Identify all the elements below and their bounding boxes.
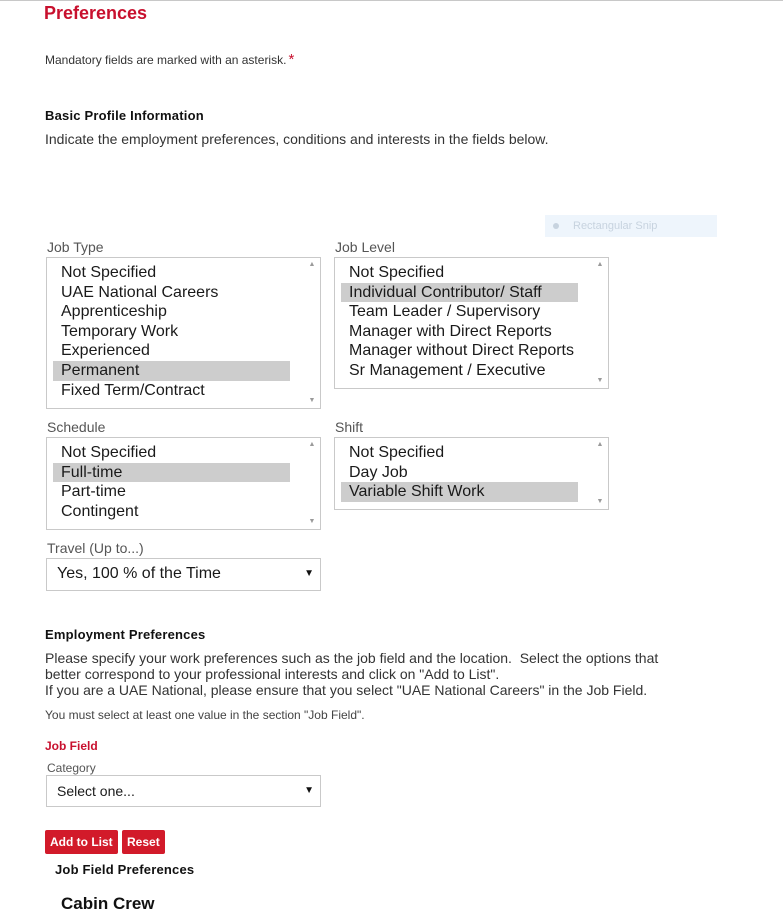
employment-preferences-heading: Employment Preferences	[45, 627, 206, 642]
shift-option-day-job[interactable]: Day Job	[341, 463, 578, 483]
job-type-option-uae-national-careers[interactable]: UAE National Careers	[53, 283, 290, 303]
scroll-up-icon[interactable]: ▲	[305, 259, 319, 271]
job-field-preference-item: Cabin Crew	[61, 894, 155, 913]
top-divider	[0, 0, 783, 1]
job-field-preferences-heading: Job Field Preferences	[55, 862, 195, 877]
schedule-options: Not Specified Full-time Part-time Contin…	[47, 443, 290, 521]
shift-option-variable-shift-work[interactable]: Variable Shift Work	[341, 482, 578, 502]
job-level-listbox[interactable]: Not Specified Individual Contributor/ St…	[334, 257, 609, 389]
job-level-option-not-specified[interactable]: Not Specified	[341, 263, 578, 283]
job-field-requirement-note: You must select at least one value in th…	[45, 708, 365, 722]
job-type-option-permanent[interactable]: Permanent	[53, 360, 290, 381]
scroll-down-icon[interactable]: ▼	[593, 375, 607, 387]
scroll-up-icon[interactable]: ▲	[593, 439, 607, 451]
job-type-scrollbar[interactable]: ▲ ▼	[305, 259, 319, 407]
job-type-option-apprenticeship[interactable]: Apprenticeship	[53, 302, 290, 322]
schedule-option-contingent[interactable]: Contingent	[53, 502, 290, 522]
shift-scrollbar[interactable]: ▲ ▼	[593, 439, 607, 508]
job-type-options: Not Specified UAE National Careers Appre…	[47, 263, 290, 400]
scroll-down-icon[interactable]: ▼	[305, 395, 319, 407]
scroll-down-icon[interactable]: ▼	[305, 516, 319, 528]
snip-label: Rectangular Snip	[573, 220, 658, 232]
reset-button[interactable]: Reset	[122, 830, 165, 854]
mandatory-note: Mandatory fields are marked with an aste…	[45, 51, 294, 68]
job-level-option-sr-management[interactable]: Sr Management / Executive	[341, 361, 578, 381]
job-field-heading: Job Field	[45, 739, 98, 753]
travel-label: Travel (Up to...)	[47, 540, 144, 556]
job-type-listbox[interactable]: Not Specified UAE National Careers Appre…	[46, 257, 321, 409]
job-level-option-manager-without-direct[interactable]: Manager without Direct Reports	[341, 341, 578, 361]
shift-label: Shift	[335, 419, 364, 435]
basic-profile-heading: Basic Profile Information	[45, 108, 204, 123]
job-level-options: Not Specified Individual Contributor/ St…	[335, 263, 578, 381]
job-level-label: Job Level	[335, 239, 395, 255]
job-type-option-fixed-term[interactable]: Fixed Term/Contract	[53, 381, 290, 401]
mandatory-note-text: Mandatory fields are marked with an aste…	[45, 53, 287, 67]
employment-description-line3: If you are a UAE National, please ensure…	[45, 682, 648, 698]
category-select[interactable]: Select one... ▼	[46, 775, 321, 807]
job-level-option-manager-direct[interactable]: Manager with Direct Reports	[341, 322, 578, 342]
job-type-option-not-specified[interactable]: Not Specified	[53, 263, 290, 283]
job-type-option-experienced[interactable]: Experienced	[53, 341, 290, 361]
schedule-option-not-specified[interactable]: Not Specified	[53, 443, 290, 463]
shift-options: Not Specified Day Job Variable Shift Wor…	[335, 443, 578, 502]
employment-description-line2: better correspond to your professional i…	[45, 666, 500, 682]
snip-icon	[553, 223, 559, 230]
schedule-option-full-time[interactable]: Full-time	[53, 462, 290, 483]
basic-profile-description: Indicate the employment preferences, con…	[45, 131, 549, 147]
chevron-down-icon: ▼	[304, 785, 314, 796]
schedule-listbox[interactable]: Not Specified Full-time Part-time Contin…	[46, 437, 321, 530]
schedule-scrollbar[interactable]: ▲ ▼	[305, 439, 319, 528]
chevron-down-icon: ▼	[304, 568, 314, 579]
category-select-value: Select one...	[57, 783, 135, 799]
shift-listbox[interactable]: Not Specified Day Job Variable Shift Wor…	[334, 437, 609, 510]
job-type-option-temporary-work[interactable]: Temporary Work	[53, 322, 290, 342]
page-title: Preferences	[44, 3, 148, 23]
scroll-up-icon[interactable]: ▲	[305, 439, 319, 451]
travel-select-value: Yes, 100 % of the Time	[57, 565, 221, 582]
add-to-list-button[interactable]: Add to List	[45, 830, 118, 854]
schedule-label: Schedule	[47, 419, 106, 435]
asterisk-icon: *	[288, 51, 295, 68]
job-level-option-team-leader[interactable]: Team Leader / Supervisory	[341, 302, 578, 322]
shift-option-not-specified[interactable]: Not Specified	[341, 443, 578, 463]
job-type-label: Job Type	[47, 239, 104, 255]
job-level-option-individual-contributor[interactable]: Individual Contributor/ Staff	[341, 282, 578, 303]
scroll-down-icon[interactable]: ▼	[593, 496, 607, 508]
job-level-scrollbar[interactable]: ▲ ▼	[593, 259, 607, 387]
category-label: Category	[47, 761, 96, 775]
schedule-option-part-time[interactable]: Part-time	[53, 482, 290, 502]
scroll-up-icon[interactable]: ▲	[593, 259, 607, 271]
rectangular-snip-overlay[interactable]: Rectangular Snip	[545, 215, 717, 237]
employment-description-line1: Please specify your work preferences suc…	[45, 650, 659, 666]
travel-select[interactable]: Yes, 100 % of the Time ▼	[46, 558, 321, 591]
